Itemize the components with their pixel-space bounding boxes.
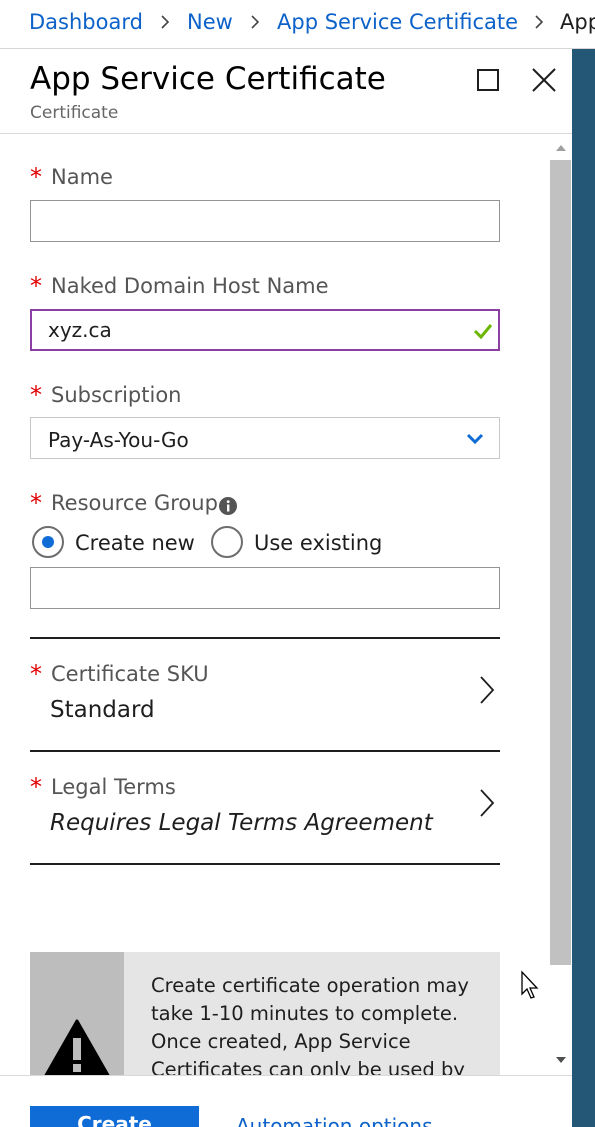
- scroll-up-arrow-icon[interactable]: [556, 145, 566, 151]
- blade-header: App Service Certificate Certificate: [0, 49, 572, 134]
- breadcrumb-app-service-certificate[interactable]: App Service Certificate: [277, 10, 518, 34]
- breadcrumb: Dashboard New App Service Certificate Ap…: [0, 0, 595, 49]
- chevron-down-icon: [466, 433, 484, 445]
- chevron-right-icon: [480, 676, 495, 704]
- required-marker: *: [30, 381, 42, 409]
- resource-group-label: Resource Group: [51, 491, 218, 515]
- chevron-right-icon: [480, 789, 495, 817]
- create-button[interactable]: Create: [30, 1106, 199, 1127]
- blade-title: App Service Certificate: [30, 61, 386, 97]
- subscription-value: Pay-As-You-Go: [48, 428, 189, 452]
- required-marker: *: [30, 272, 42, 300]
- radio-create-new[interactable]: [32, 526, 64, 558]
- subscription-label: Subscription: [51, 383, 182, 407]
- domain-label: Naked Domain Host Name: [51, 274, 329, 298]
- domain-input[interactable]: [30, 309, 500, 351]
- maximize-icon[interactable]: [471, 63, 505, 97]
- name-label: Name: [51, 165, 113, 189]
- warning-icon: [44, 1019, 110, 1075]
- scrollbar-thumb[interactable]: [550, 160, 571, 965]
- certificate-sku-row[interactable]: * Certificate SKU Standard: [0, 639, 510, 749]
- info-icon[interactable]: [218, 496, 238, 516]
- divider: [30, 863, 500, 865]
- close-icon[interactable]: [527, 63, 561, 97]
- background-panel-strip: [572, 49, 595, 1127]
- certificate-sku-label: Certificate SKU: [51, 662, 209, 686]
- certificate-sku-value: Standard: [50, 697, 155, 723]
- blade-footer: Create Automation options: [0, 1075, 572, 1127]
- warning-icon-panel: [30, 952, 124, 1075]
- automation-options-link[interactable]: Automation options: [236, 1114, 433, 1127]
- blade-subtitle: Certificate: [30, 103, 119, 123]
- vertical-scrollbar[interactable]: [550, 135, 572, 1075]
- required-marker: *: [30, 773, 42, 801]
- scroll-down-arrow-icon[interactable]: [556, 1057, 566, 1063]
- warning-infobox: Create certificate operation may take 1-…: [30, 952, 500, 1075]
- form-content: * Name * Naked Domain Host Name * Subscr…: [0, 135, 550, 1075]
- radio-create-new-label[interactable]: Create new: [75, 531, 195, 555]
- warning-text: Create certificate operation may take 1-…: [151, 974, 469, 1075]
- breadcrumb-current: App Service Certificate: [560, 10, 595, 34]
- legal-terms-value: Requires Legal Terms Agreement: [50, 810, 433, 836]
- breadcrumb-dashboard[interactable]: Dashboard: [29, 10, 143, 34]
- valid-check-icon: [473, 324, 493, 340]
- mouse-cursor-icon: [521, 970, 539, 999]
- required-marker: *: [30, 660, 42, 688]
- radio-use-existing-label[interactable]: Use existing: [254, 531, 382, 555]
- legal-terms-label: Legal Terms: [51, 775, 176, 799]
- create-blade: App Service Certificate Certificate * Na…: [0, 49, 572, 1127]
- resource-group-input[interactable]: [30, 567, 500, 609]
- chevron-right-icon: [535, 15, 544, 29]
- required-marker: *: [30, 489, 42, 517]
- radio-use-existing[interactable]: [211, 526, 243, 558]
- name-input[interactable]: [30, 200, 500, 242]
- legal-terms-row[interactable]: * Legal Terms Requires Legal Terms Agree…: [0, 752, 510, 862]
- chevron-right-icon: [251, 15, 260, 29]
- subscription-dropdown[interactable]: Pay-As-You-Go: [30, 417, 500, 459]
- required-marker: *: [30, 163, 42, 191]
- chevron-right-icon: [161, 15, 170, 29]
- breadcrumb-new[interactable]: New: [187, 10, 233, 34]
